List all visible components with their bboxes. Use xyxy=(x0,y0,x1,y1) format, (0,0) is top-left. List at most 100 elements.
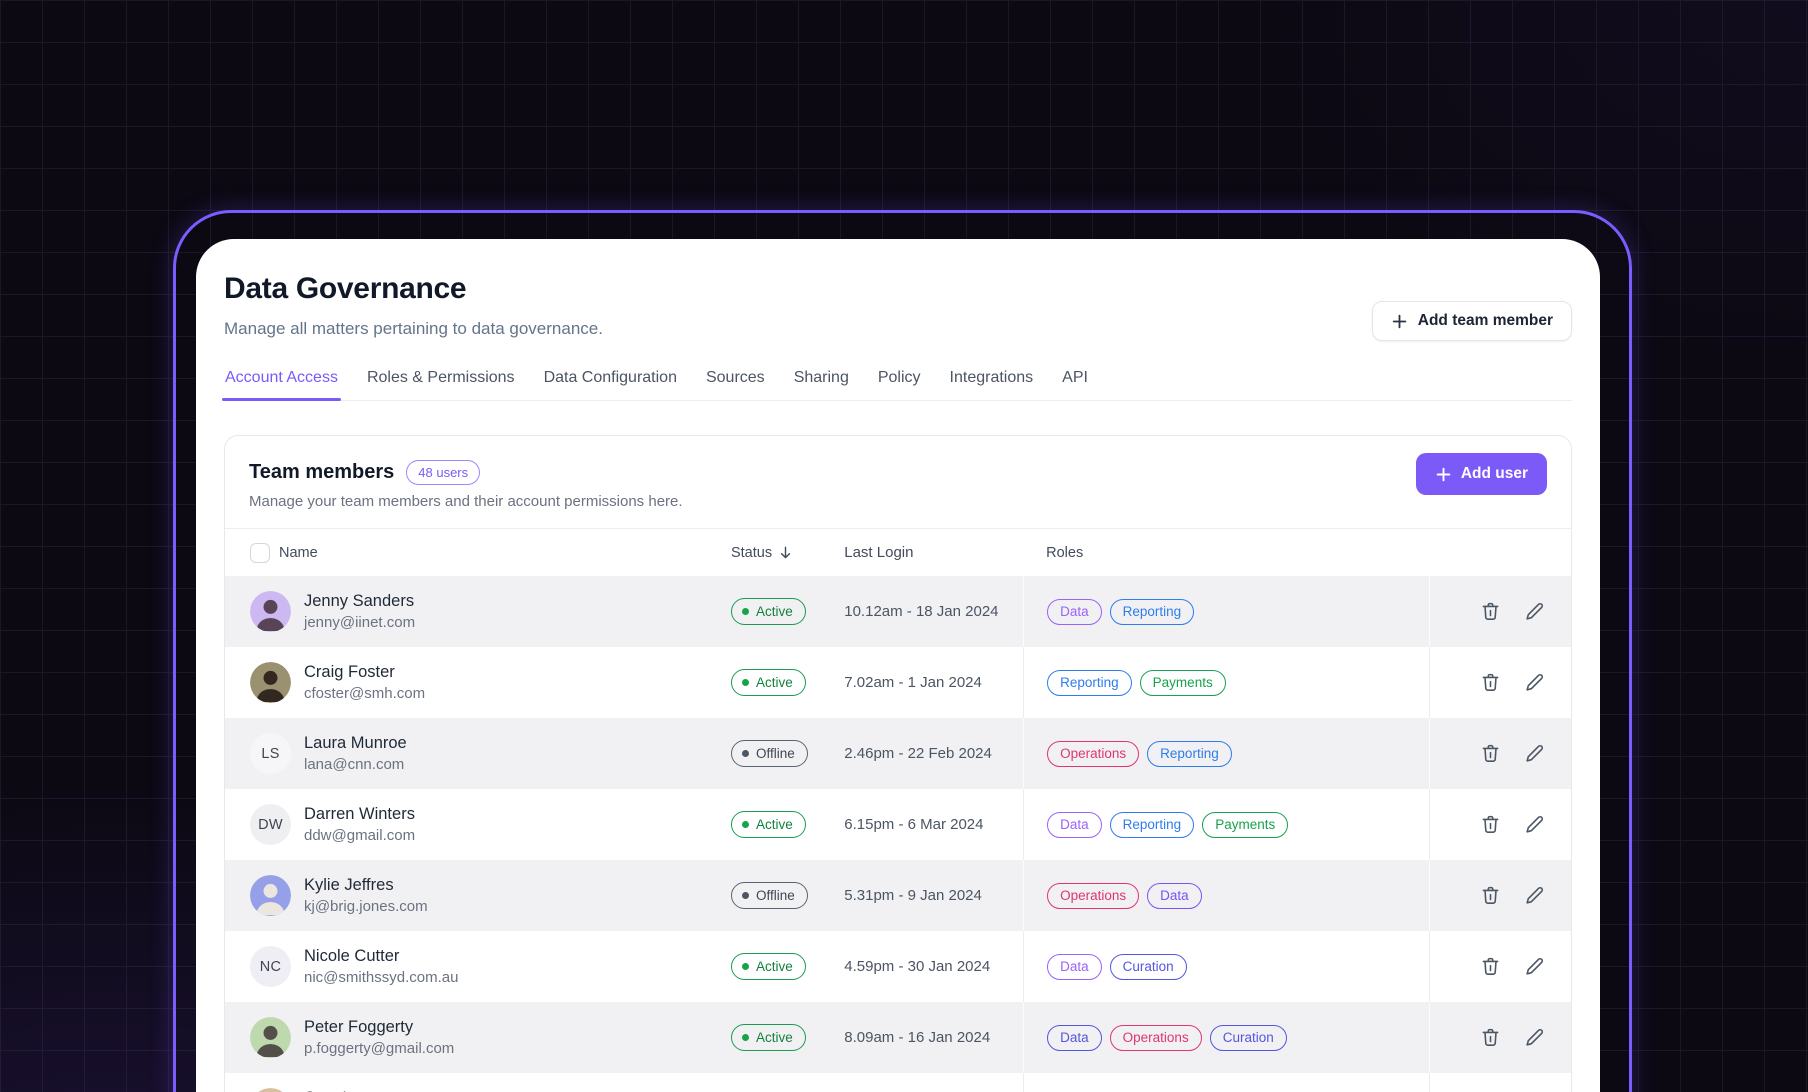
user-name: Darren Winters xyxy=(304,805,415,824)
edit-button[interactable] xyxy=(1524,672,1545,693)
tab-integrations[interactable]: Integrations xyxy=(949,363,1035,400)
status-badge: Active xyxy=(731,598,806,625)
table-row: Peter Foggerty p.foggerty@gmail.com Acti… xyxy=(225,1002,1571,1073)
tab-policy[interactable]: Policy xyxy=(877,363,922,400)
tab-roles-permissions[interactable]: Roles & Permissions xyxy=(366,363,516,400)
delete-button[interactable] xyxy=(1480,885,1501,906)
trash-icon xyxy=(1480,601,1501,622)
delete-button[interactable] xyxy=(1480,601,1501,622)
role-badge: Data xyxy=(1047,1025,1102,1051)
plus-icon xyxy=(1391,313,1408,330)
pencil-icon xyxy=(1524,601,1545,622)
role-badge: Operations xyxy=(1047,883,1139,909)
avatar xyxy=(250,1017,291,1058)
last-login: 5.31pm - 9 Jan 2024 xyxy=(844,887,1023,904)
delete-button[interactable] xyxy=(1480,956,1501,977)
status-badge: Active xyxy=(731,669,806,696)
last-login: 2.46pm - 22 Feb 2024 xyxy=(844,745,1023,762)
status-column-label: Status xyxy=(731,545,772,561)
pencil-icon xyxy=(1524,672,1545,693)
avatar: NC xyxy=(250,946,291,987)
edit-button[interactable] xyxy=(1524,743,1545,764)
edit-button[interactable] xyxy=(1524,601,1545,622)
role-badge: Data xyxy=(1047,812,1102,838)
status-dot xyxy=(742,679,749,686)
panel-title: Team members xyxy=(249,461,394,484)
edit-button[interactable] xyxy=(1524,885,1545,906)
edit-button[interactable] xyxy=(1524,956,1545,977)
role-badge: Data xyxy=(1047,954,1102,980)
last-login: 8.09am - 16 Jan 2024 xyxy=(844,1029,1023,1046)
last-login: 4.59pm - 30 Jan 2024 xyxy=(844,958,1023,975)
avatar xyxy=(250,875,291,916)
delete-button[interactable] xyxy=(1480,743,1501,764)
role-badge: Operations xyxy=(1110,1025,1202,1051)
user-name: Laura Munroe xyxy=(304,734,407,753)
status-badge: Offline xyxy=(731,740,808,767)
status-dot xyxy=(742,963,749,970)
edit-button[interactable] xyxy=(1524,814,1545,835)
trash-icon xyxy=(1480,885,1501,906)
user-name: Craig Foster xyxy=(304,663,425,682)
status-badge: Active xyxy=(731,811,806,838)
last-login: 6.15pm - 6 Mar 2024 xyxy=(844,816,1023,833)
user-email: lana@cnn.com xyxy=(304,756,407,774)
table-body: Jenny Sanders jenny@iinet.com Active 10.… xyxy=(225,576,1571,1092)
roles-list: DataOperationsCuration xyxy=(1023,1002,1429,1073)
status-label: Active xyxy=(756,604,793,619)
tab-sources[interactable]: Sources xyxy=(705,363,766,400)
role-badge: Curation xyxy=(1110,954,1187,980)
roles-list: DataReporting xyxy=(1023,576,1429,647)
last-login: 7.02am - 1 Jan 2024 xyxy=(844,674,1023,691)
user-email: jenny@iinet.com xyxy=(304,614,415,632)
pencil-icon xyxy=(1524,885,1545,906)
roles-list: Data Curation xyxy=(1023,931,1429,1002)
tab-sharing[interactable]: Sharing xyxy=(793,363,850,400)
status-label: Active xyxy=(756,675,793,690)
team-members-panel: Team members 48 users Manage your team m… xyxy=(224,435,1572,1092)
table-row: DW Darren Winters ddw@gmail.com Active 6… xyxy=(225,789,1571,860)
roles-list: OperationsReporting xyxy=(1023,718,1429,789)
trash-icon xyxy=(1480,956,1501,977)
name-column-header: Name xyxy=(279,545,318,561)
add-user-button[interactable]: Add user xyxy=(1416,453,1547,495)
roles-list: ReportingPayments xyxy=(1023,647,1429,718)
delete-button[interactable] xyxy=(1480,1027,1501,1048)
profile-photo xyxy=(250,591,291,632)
select-all-checkbox[interactable] xyxy=(250,543,270,563)
users-count-badge: 48 users xyxy=(406,460,480,485)
delete-button[interactable] xyxy=(1480,814,1501,835)
pencil-icon xyxy=(1524,956,1545,977)
sort-descending-icon xyxy=(778,545,793,560)
last-login-column-header: Last Login xyxy=(844,544,1023,561)
user-email: nic@smithssyd.com.au xyxy=(304,969,458,987)
profile-photo xyxy=(250,875,291,916)
tab-account-access[interactable]: Account Access xyxy=(224,363,339,400)
role-badge: Reporting xyxy=(1110,599,1195,625)
table-row: Craig Foster cfoster@smh.com Active 7.02… xyxy=(225,647,1571,718)
status-badge: Active xyxy=(731,1024,806,1051)
role-badge: Payments xyxy=(1140,670,1226,696)
trash-icon xyxy=(1480,672,1501,693)
user-email: p.foggerty@gmail.com xyxy=(304,1040,454,1058)
avatar xyxy=(250,662,291,703)
tab-data-configuration[interactable]: Data Configuration xyxy=(543,363,678,400)
panel-subtitle: Manage your team members and their accou… xyxy=(249,493,1547,510)
user-email: ddw@gmail.com xyxy=(304,827,415,845)
avatar: LS xyxy=(250,733,291,774)
delete-button[interactable] xyxy=(1480,672,1501,693)
status-dot xyxy=(742,892,749,899)
status-label: Offline xyxy=(756,746,795,761)
role-badge: Reporting xyxy=(1147,741,1232,767)
main-card: Data Governance Manage all matters perta… xyxy=(196,239,1600,1092)
tab-api[interactable]: API xyxy=(1061,363,1089,400)
status-badge: Active xyxy=(731,953,806,980)
status-dot xyxy=(742,1034,749,1041)
roles-list: ReportingPayments xyxy=(1023,1073,1429,1092)
roles-list: DataReportingPayments xyxy=(1023,789,1429,860)
table-header: Name Status Last Login Roles xyxy=(225,528,1571,576)
status-badge: Offline xyxy=(731,882,808,909)
edit-button[interactable] xyxy=(1524,1027,1545,1048)
add-team-member-button[interactable]: Add team member xyxy=(1372,301,1572,341)
status-column-header[interactable]: Status xyxy=(731,545,793,561)
